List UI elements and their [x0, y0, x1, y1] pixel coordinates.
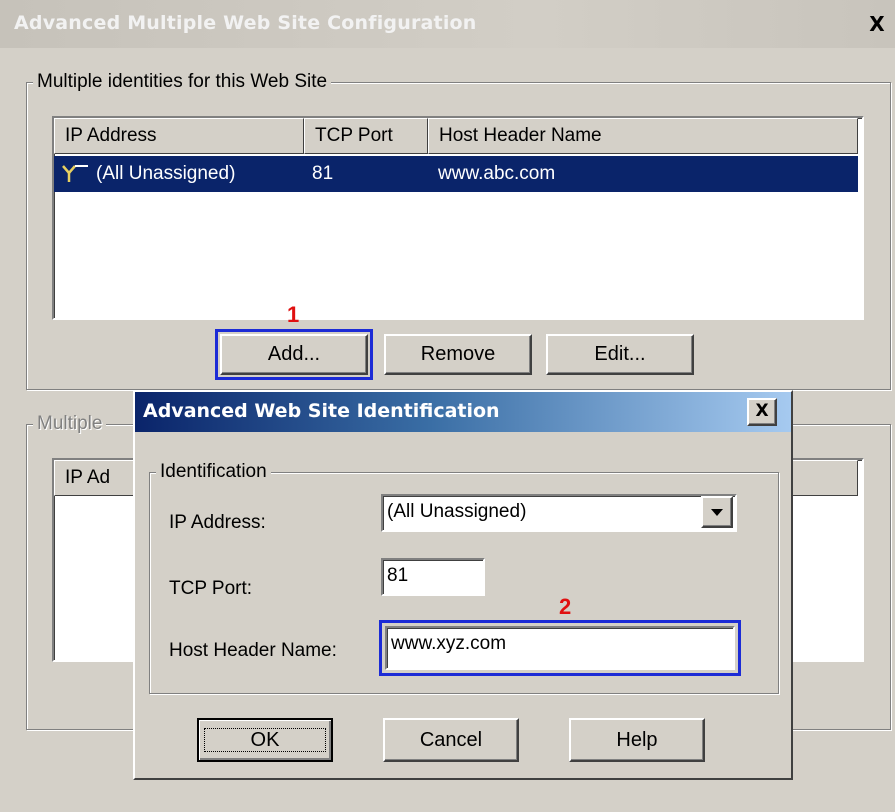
edit-button[interactable]: Edit... [546, 334, 694, 375]
tcp-port-field[interactable]: 81 [381, 558, 485, 596]
main-title-bar[interactable]: Advanced Multiple Web Site Configuration… [0, 0, 895, 48]
chevron-down-icon [711, 509, 723, 516]
annotation-marker-2: 2 [559, 594, 572, 619]
main-close-button[interactable]: X [864, 11, 890, 37]
dialog-title: Advanced Web Site Identification [143, 400, 500, 422]
column-header-ip-address[interactable]: IP Address [54, 118, 304, 154]
ip-address-label: IP Address: [169, 512, 266, 533]
column-header-host-header-name[interactable]: Host Header Name [428, 118, 858, 154]
identification-group-label: Identification [156, 461, 271, 483]
tcp-port-label: TCP Port: [169, 578, 253, 599]
cancel-button[interactable]: Cancel [383, 718, 519, 762]
cell-tcp-port: 81 [312, 163, 334, 184]
help-button[interactable]: Help [569, 718, 705, 762]
host-header-field[interactable]: www.xyz.com [385, 626, 735, 670]
cell-ip-address: (All Unassigned) [96, 163, 236, 184]
identities-group-label: Multiple identities for this Web Site [33, 71, 332, 93]
ok-button[interactable]: OK [197, 718, 333, 762]
dropdown-arrow-button[interactable] [701, 496, 733, 528]
cell-host-header: www.abc.com [438, 163, 556, 184]
main-window-title: Advanced Multiple Web Site Configuration [14, 12, 477, 34]
column-header-tcp-port[interactable]: TCP Port [304, 118, 428, 154]
close-icon: X [869, 12, 885, 36]
ip-address-select[interactable]: (All Unassigned) [381, 494, 737, 532]
table-row[interactable]: (All Unassigned) 81 www.abc.com [54, 156, 858, 192]
add-button[interactable]: Add... [220, 334, 368, 375]
annotation-marker-1: 1 [287, 302, 300, 327]
network-connection-icon [60, 162, 90, 186]
remove-button[interactable]: Remove [384, 334, 532, 375]
ssl-group-label: Multiple [33, 413, 107, 435]
identities-list[interactable]: IP Address TCP Port Host Header Name (Al… [52, 116, 864, 320]
host-header-label: Host Header Name: [169, 640, 337, 661]
dialog-close-button[interactable]: X [747, 398, 777, 426]
close-icon: X [755, 401, 769, 421]
identification-dialog: Advanced Web Site Identification X Ident… [133, 390, 793, 780]
dialog-title-bar[interactable]: Advanced Web Site Identification X [135, 392, 791, 432]
